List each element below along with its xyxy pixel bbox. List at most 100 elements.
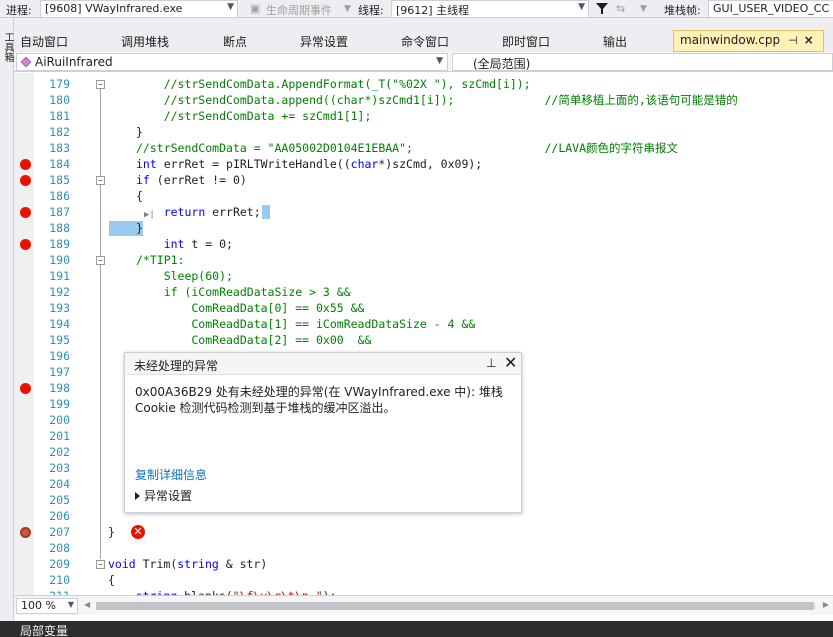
collapse-icon[interactable]: − — [96, 176, 105, 185]
line-number: 196 — [49, 349, 70, 363]
code-line[interactable]: 184 int errRet = pIRLTWriteHandle((char*)… — [14, 156, 833, 172]
scroll-left-icon[interactable]: ◀ — [84, 600, 90, 609]
line-number: 192 — [49, 285, 70, 299]
breakpoint-icon[interactable] — [20, 383, 31, 394]
scope-dropdown[interactable]: (全局范围) — [452, 53, 833, 71]
code-line[interactable]: 209 − void Trim(string & str) — [14, 556, 833, 572]
code-text: } — [108, 525, 115, 539]
breakpoint-icon[interactable] — [20, 175, 31, 186]
breakpoint-icon[interactable] — [20, 239, 31, 250]
close-icon[interactable]: ✕ — [504, 353, 517, 372]
code-line[interactable]: 194 ComReadData[1] == iComReadDataSize -… — [14, 316, 833, 332]
collapse-icon[interactable]: − — [96, 80, 105, 89]
code-line[interactable]: 193 ComReadData[0] == 0x55 && — [14, 300, 833, 316]
tab-command-window[interactable]: 命令窗口 — [401, 33, 449, 50]
collapse-icon[interactable]: − — [96, 560, 105, 569]
code-line[interactable]: 179 − //strSendComData.AppendFormat(_T("%… — [14, 76, 833, 92]
scroll-right-icon[interactable]: ▶ — [823, 600, 829, 609]
code-line[interactable]: 192 if (iComReadDataSize > 3 && — [14, 284, 833, 300]
exception-popup-title: 未经处理的异常 — [134, 359, 219, 373]
line-number: 211 — [36, 588, 70, 595]
code-line[interactable]: 188} — [14, 220, 833, 236]
lifecycle-events-button[interactable]: 生命周期事件 — [266, 2, 332, 18]
thread-dropdown[interactable]: [9612] 主线程 ▼ — [391, 0, 589, 18]
breakpoint-icon[interactable] — [20, 159, 31, 170]
code-text: if (errRet != 0) — [136, 173, 247, 187]
exception-settings-expander[interactable]: 异常设置 — [135, 487, 192, 504]
breakpoint-icon[interactable] — [20, 207, 31, 218]
line-number: 207 — [49, 525, 70, 539]
code-line[interactable]: 189 int t = 0; — [14, 236, 833, 252]
horizontal-scrollbar[interactable]: ◀ ▶ — [84, 600, 829, 611]
line-number: 193 — [49, 301, 70, 315]
code-line[interactable]: 183 //strSendComData = "AA05002D0104E1EBA… — [14, 140, 833, 156]
code-line[interactable]: 195 ComReadData[2] == 0x00 && — [14, 332, 833, 348]
tab-call-stack[interactable]: 调用堆栈 — [121, 33, 169, 50]
tab-immediate-window[interactable]: 即时窗口 — [502, 33, 550, 50]
code-text: int errRet = pIRLTWriteHandle((char*)szC… — [136, 157, 483, 171]
code-line[interactable]: 211 string blanks("\f\v\r\t\n "); — [14, 588, 833, 595]
tab-breakpoints[interactable]: 断点 — [223, 33, 247, 50]
collapse-icon[interactable]: − — [96, 256, 105, 265]
lifecycle-icon: ▣ — [250, 2, 261, 15]
locals-title[interactable]: 局部变量 — [20, 622, 68, 637]
code-line[interactable]: 186 { — [14, 188, 833, 204]
stackframe-label: 堆栈帧: — [664, 4, 701, 17]
code-text: ComReadData[0] == 0x55 && — [136, 301, 365, 315]
code-line[interactable]: 187 return errRet; ▶| — [14, 204, 833, 220]
editor-bottom-bar: 100 % ▼ ◀ ▶ — [14, 595, 833, 615]
tab-autos[interactable]: 自动窗口 — [20, 33, 68, 50]
return-breakpoint-icon[interactable] — [20, 527, 31, 538]
class-dropdown[interactable]: AiRuiInfrared ▼ — [16, 53, 448, 71]
pin-icon[interactable]: ⊣ — [788, 34, 798, 47]
code-text: } — [136, 221, 143, 235]
stackframe-value: GUI_USER_VIDEO_CC — [713, 2, 830, 15]
tab-output[interactable]: 输出 — [603, 33, 627, 50]
code-line[interactable]: 210 { — [14, 572, 833, 588]
navigation-bar: AiRuiInfrared ▼ (全局范围) — [14, 52, 833, 72]
code-line[interactable]: 190 − /*TIP1: — [14, 252, 833, 268]
code-line[interactable]: 181 //strSendComData += szCmd1[1]; — [14, 108, 833, 124]
zoom-value: 100 % — [21, 599, 56, 612]
line-number: 186 — [49, 189, 70, 203]
line-number: 204 — [49, 477, 70, 491]
line-number: 185 — [49, 173, 70, 187]
copy-details-link[interactable]: 复制详细信息 — [135, 466, 207, 483]
flag-threads-icon[interactable]: ⇆ — [616, 2, 625, 15]
code-line[interactable]: 207} ✕ — [14, 524, 833, 540]
code-text: //strSendComData.append((char*)szCmd1[i]… — [136, 93, 738, 107]
chevron-down-icon: ▼ — [640, 4, 647, 14]
code-text: int t = 0; — [163, 237, 233, 251]
process-label: 进程: — [6, 4, 32, 17]
tab-mainwindow-cpp[interactable]: mainwindow.cpp ⊣ × — [673, 30, 824, 52]
exception-error-icon[interactable]: ✕ — [131, 525, 145, 539]
stackframe-dropdown[interactable]: GUI_USER_VIDEO_CC — [708, 0, 833, 18]
code-line[interactable]: 182} — [14, 124, 833, 140]
line-number: 202 — [49, 445, 70, 459]
tab-exception-settings[interactable]: 异常设置 — [300, 33, 348, 50]
line-number: 209 — [49, 557, 70, 571]
code-line[interactable]: 191 Sleep(60); — [14, 268, 833, 284]
code-line[interactable]: 208 — [14, 540, 833, 556]
code-text: /*TIP1: — [136, 253, 185, 267]
line-number: 180 — [49, 93, 70, 107]
exception-message: 0x00A36B29 处有未经处理的异常(在 VWayInfrared.exe … — [135, 385, 503, 415]
scope-value: (全局范围) — [473, 57, 531, 71]
toolbox-tab[interactable]: 工具箱 — [1, 32, 13, 62]
scroll-thumb[interactable] — [96, 602, 814, 610]
code-text: void Trim(string & str) — [108, 557, 268, 571]
code-editor[interactable]: 179 − //strSendComData.AppendFormat(_T("%… — [14, 73, 833, 595]
code-line[interactable]: 180 //strSendComData.append((char*)szCmd… — [14, 92, 833, 108]
line-number: 182 — [49, 125, 70, 139]
process-dropdown[interactable]: [9608] VWayInfrared.exe ▼ — [40, 0, 238, 18]
filter-icon[interactable] — [596, 3, 608, 15]
line-number: 200 — [49, 413, 70, 427]
close-icon[interactable]: × — [804, 33, 814, 47]
code-line[interactable]: 185 − if (errRet != 0) — [14, 172, 833, 188]
debug-location-toolbar: 进程: [9608] VWayInfrared.exe ▼ ▣ 生命周期事件 ▼… — [0, 0, 833, 18]
exception-helper-popup: 未经处理的异常 ⊥ ✕ 0x00A36B29 处有未经处理的异常(在 VWayI… — [124, 352, 522, 513]
code-text: string blanks("\f\v\r\t\n "); — [108, 588, 337, 595]
pin-icon[interactable]: ⊥ — [486, 356, 496, 370]
zoom-dropdown[interactable]: 100 % ▼ — [16, 598, 78, 614]
chevron-down-icon: ▼ — [578, 2, 585, 12]
